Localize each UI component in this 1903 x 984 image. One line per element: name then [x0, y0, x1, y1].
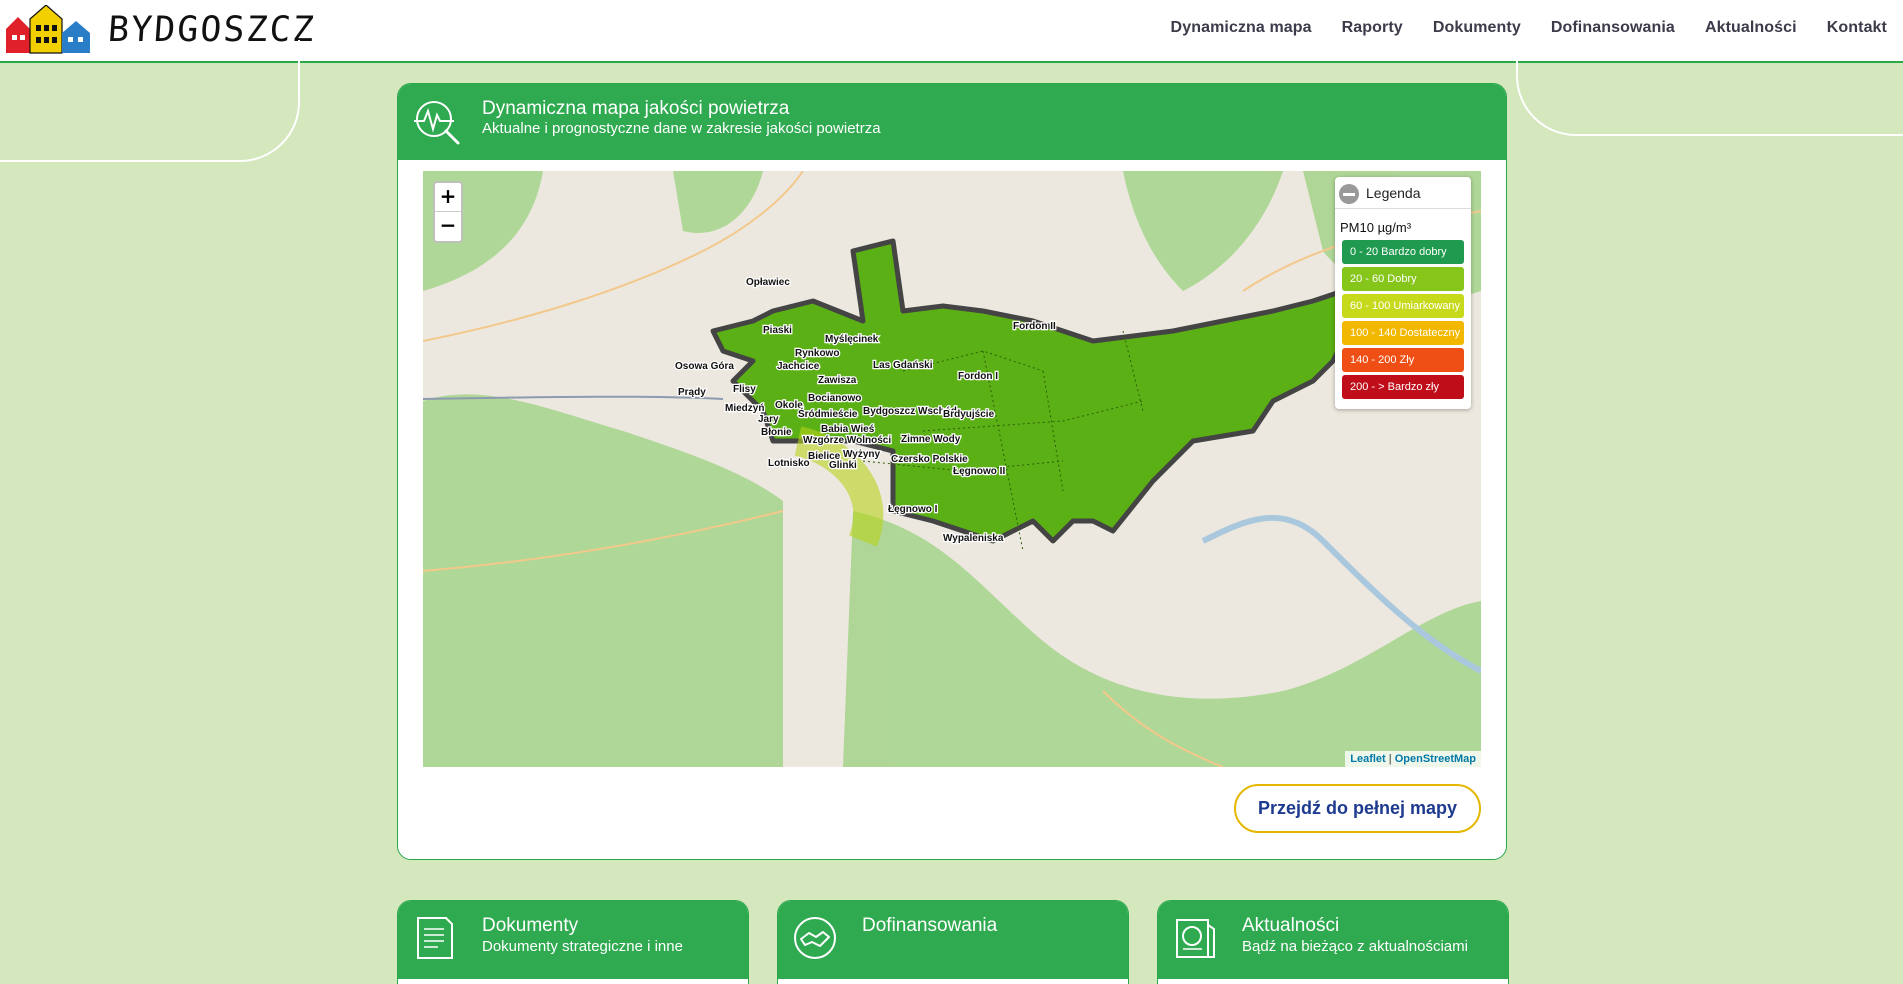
zoom-in-button[interactable]: +	[435, 183, 461, 212]
legend-item-dobry: 20 - 60 Dobry	[1342, 267, 1464, 291]
legend-item-label: 0 - 20 Bardzo dobry	[1350, 246, 1447, 258]
card-header: Dokumenty Dokumenty strategiczne i inne	[398, 901, 748, 979]
district-label: Łęgnowo II	[953, 466, 1005, 477]
legend-item-bardzo-zly: 200 - > Bardzo zły	[1342, 375, 1464, 399]
legend-item-label: 200 - > Bardzo zły	[1350, 381, 1439, 393]
zoom-control: + −	[433, 181, 463, 243]
district-label: Osowa Góra	[675, 361, 734, 372]
nav-dokumenty[interactable]: Dokumenty	[1433, 19, 1521, 37]
district-label: Zawisza	[818, 375, 857, 386]
district-label: Wzgórze Wolności	[803, 435, 891, 446]
nav-kontakt[interactable]: Kontakt	[1827, 19, 1887, 37]
handshake-icon	[794, 917, 836, 959]
legend-item-umiarkowany: 60 - 100 Umiarkowany	[1342, 294, 1464, 318]
card-subtitle: Dokumenty strategiczne i inne	[482, 938, 683, 955]
nav-dofinansowania[interactable]: Dofinansowania	[1551, 19, 1675, 37]
nav-dynamiczna-mapa[interactable]: Dynamiczna mapa	[1171, 19, 1312, 37]
card-aktualnosci[interactable]: Aktualności Bądź na bieżąco z aktualnośc…	[1157, 900, 1509, 984]
district-label: Zimne Wody	[901, 434, 961, 445]
card-title: Aktualności	[1242, 915, 1340, 936]
zoom-out-button[interactable]: −	[435, 212, 461, 241]
card-dofinansowania[interactable]: Dofinansowania	[777, 900, 1129, 984]
district-label: Brdyujście	[943, 409, 995, 420]
nav-raporty[interactable]: Raporty	[1342, 19, 1403, 37]
panel-header: Dynamiczna mapa jakości powietrza Aktual…	[398, 84, 1506, 160]
full-map-button[interactable]: Przejdź do pełnej mapy	[1234, 784, 1481, 833]
legend-header[interactable]: Legenda	[1335, 177, 1471, 209]
district-label: Wypaleniska	[943, 533, 1004, 544]
card-header: Dofinansowania	[778, 901, 1128, 979]
district-label: Jachcice	[777, 361, 820, 372]
district-label: Myślęcinek	[825, 334, 879, 345]
panel-title: Dynamiczna mapa jakości powietrza	[482, 98, 790, 119]
news-icon	[1176, 919, 1215, 958]
district-label: Łęgnowo I	[888, 504, 938, 515]
district-label: Wyżyny	[843, 449, 880, 460]
decorative-arc-right	[1516, 40, 1903, 136]
air-quality-map[interactable]: Opławiec Piaski Myślęcinek Rynkowo Jachc…	[423, 171, 1481, 767]
card-dokumenty[interactable]: Dokumenty Dokumenty strategiczne i inne	[397, 900, 749, 984]
air-quality-panel: Dynamiczna mapa jakości powietrza Aktual…	[397, 83, 1507, 860]
map-legend: Legenda PM10 µg/m³ 0 - 20 Bardzo dobry 2…	[1335, 177, 1471, 409]
district-label: Las Gdański	[873, 360, 933, 371]
legend-item-zly: 140 - 200 Zły	[1342, 348, 1464, 372]
legend-item-dostateczny: 100 - 140 Dostateczny	[1342, 321, 1464, 345]
card-title: Dofinansowania	[862, 915, 998, 936]
card-subtitle: Bądź na bieżąco z aktualnościami	[1242, 938, 1468, 955]
district-label: Jary	[758, 414, 779, 425]
leaflet-link[interactable]: Leaflet	[1350, 753, 1385, 765]
district-label: Glinki	[829, 460, 857, 471]
district-label: Błonie	[761, 427, 792, 438]
panel-subtitle: Aktualne i prognostyczne dane w zakresie…	[482, 120, 881, 137]
district-label: Lotnisko	[768, 458, 810, 469]
district-label: Miedzyń	[725, 403, 764, 414]
district-label: Rynkowo	[795, 348, 839, 359]
nav-aktualnosci[interactable]: Aktualności	[1705, 19, 1797, 37]
main-nav: Dynamiczna mapa Raporty Dokumenty Dofina…	[1171, 19, 1887, 37]
attribution-separator: |	[1385, 753, 1395, 765]
legend-title: Legenda	[1366, 185, 1421, 201]
map-attribution: Leaflet | OpenStreetMap	[1345, 751, 1481, 767]
district-label: Babia Wieś	[821, 424, 875, 435]
legend-item-label: 100 - 140 Dostateczny	[1350, 327, 1461, 339]
legend-item-bardzo-dobry: 0 - 20 Bardzo dobry	[1342, 240, 1464, 264]
district-label: Śródmieście	[798, 407, 858, 420]
legend-parameter: PM10 µg/m³	[1340, 220, 1412, 235]
card-title: Dokumenty	[482, 915, 579, 936]
district-label: Flisy	[733, 384, 756, 395]
map-canvas[interactable]: Opławiec Piaski Myślęcinek Rynkowo Jachc…	[423, 171, 1481, 767]
collapse-icon[interactable]	[1339, 184, 1359, 204]
district-label: Czersko Polskie	[891, 454, 968, 465]
district-label: Prądy	[678, 387, 706, 398]
air-quality-search-icon	[414, 101, 460, 145]
district-label: Fordon I	[958, 371, 998, 382]
legend-item-label: 20 - 60 Dobry	[1350, 273, 1417, 285]
district-label: Fordon II	[1013, 321, 1056, 332]
legend-item-label: 60 - 100 Umiarkowany	[1350, 300, 1461, 312]
card-header: Aktualności Bądź na bieżąco z aktualnośc…	[1158, 901, 1508, 979]
osm-link[interactable]: OpenStreetMap	[1395, 753, 1476, 765]
legend-item-label: 140 - 200 Zły	[1350, 354, 1415, 366]
district-label: Opławiec	[746, 277, 790, 288]
district-label: Bocianowo	[808, 393, 861, 404]
district-label: Piaski	[763, 325, 792, 336]
decorative-arc-left	[0, 40, 300, 162]
document-icon	[417, 917, 453, 959]
